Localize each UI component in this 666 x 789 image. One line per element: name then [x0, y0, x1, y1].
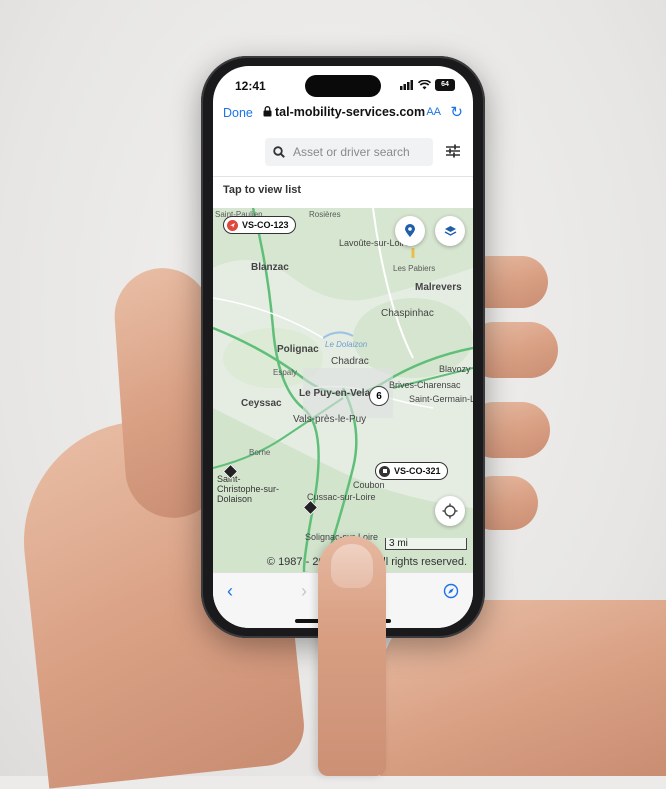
map-place-label: Blavozy — [439, 364, 471, 374]
signal-icon — [400, 80, 413, 90]
reload-icon[interactable]: ↻ — [450, 103, 463, 121]
map-place-label: Cussac-sur-Loire — [307, 492, 376, 502]
navigation-arrow-icon — [227, 219, 238, 231]
safari-compass-button[interactable] — [443, 583, 459, 604]
map-place-label: Malrevers — [415, 282, 462, 293]
vehicle-label: VS-CO-123 — [242, 220, 289, 230]
crosshair-icon — [442, 503, 458, 519]
map-place-label: Polignac — [277, 344, 319, 355]
map-place-label: Borne — [249, 448, 271, 457]
map-place-label: Les Pabiers — [393, 264, 436, 273]
location-pin-button[interactable] — [395, 216, 425, 246]
map-place-label: Vals-près-le-Puy — [293, 414, 367, 425]
stopped-square-icon — [379, 465, 390, 477]
vehicle-cluster[interactable]: 6 — [369, 386, 389, 406]
browser-url-bar: Done tal-mobility-services.com AA ↻ — [213, 100, 473, 126]
filter-sliders-icon[interactable] — [445, 143, 461, 159]
dynamic-island — [305, 75, 381, 97]
search-icon — [273, 146, 285, 158]
compass-icon — [443, 583, 459, 599]
search-input[interactable] — [291, 144, 425, 160]
wifi-icon — [418, 80, 431, 90]
search-box[interactable] — [265, 138, 433, 166]
status-icons: 64 — [400, 79, 455, 91]
map-place-label: Le Puy-en-Velay — [299, 388, 376, 399]
map-scale: 3 mi — [385, 538, 467, 550]
layers-icon — [444, 226, 456, 236]
search-toolbar — [213, 130, 473, 177]
vehicle-label: VS-CO-321 — [394, 466, 441, 476]
map-water-label: Le Dolaizon — [325, 340, 368, 349]
map-place-label: Saint-Germain-Laprade — [409, 394, 473, 404]
map-place-label: Blanzac — [251, 262, 289, 273]
map-pin-icon — [405, 224, 415, 237]
map-place-label: Chaspinhac — [381, 308, 434, 319]
lock-icon — [263, 106, 272, 117]
fingernail — [331, 544, 373, 588]
map-place-label: Rosières — [309, 210, 341, 219]
vehicle-marker[interactable]: VS-CO-123 — [223, 216, 296, 234]
map-view[interactable]: Saint-Paulien Lavoûte-sur-Loire Blanzac … — [213, 208, 473, 572]
map-place-label: Espaly — [273, 368, 298, 377]
back-button[interactable]: ‹ — [227, 581, 233, 602]
map-place-label: Coubon — [353, 480, 385, 490]
map-place-label: Ceyssac — [241, 398, 282, 409]
map-place-label: Saint-Christophe-sur-Dolaison — [217, 474, 280, 504]
tap-to-view-list[interactable]: Tap to view list — [223, 184, 301, 196]
text-size-button[interactable]: AA — [426, 106, 441, 118]
url-text: tal-mobility-services.com — [275, 105, 426, 119]
address-field[interactable]: tal-mobility-services.com — [263, 105, 425, 119]
forward-button[interactable]: › — [301, 581, 307, 602]
map-place-label: Chadrac — [331, 356, 369, 367]
status-time: 12:41 — [235, 79, 266, 93]
map-place-label: Brives-Charensac — [389, 380, 461, 390]
layers-button[interactable] — [435, 216, 465, 246]
battery-icon: 64 — [435, 79, 455, 91]
recenter-button[interactable] — [435, 496, 465, 526]
vehicle-marker[interactable]: VS-CO-321 — [375, 462, 448, 480]
done-button[interactable]: Done — [223, 106, 253, 120]
